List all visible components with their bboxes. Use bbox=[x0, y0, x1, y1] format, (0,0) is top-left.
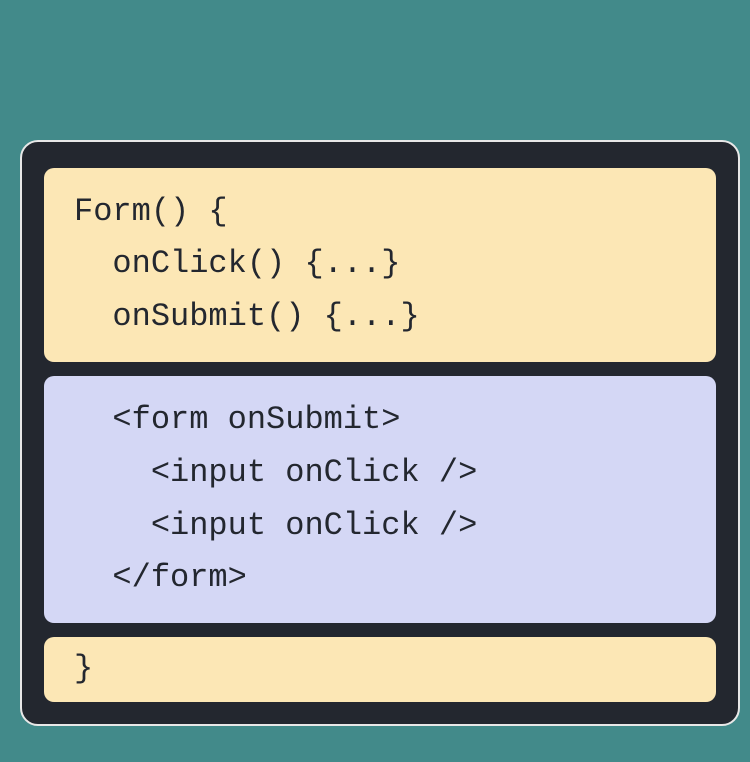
code-line: </form> bbox=[74, 559, 247, 596]
code-line: Form() { bbox=[74, 193, 228, 230]
code-diagram-card: Form() { onClick() {...} onSubmit() {...… bbox=[20, 140, 740, 726]
code-line: <input onClick /> bbox=[74, 454, 477, 491]
code-block-top: Form() { onClick() {...} onSubmit() {...… bbox=[44, 168, 716, 362]
code-block-middle: <form onSubmit> <input onClick /> <input… bbox=[44, 376, 716, 623]
code-block-bottom: } bbox=[44, 637, 716, 702]
code-line: onSubmit() {...} bbox=[74, 298, 420, 335]
code-line: <form onSubmit> bbox=[74, 401, 400, 438]
code-line: } bbox=[74, 650, 93, 687]
code-line: <input onClick /> bbox=[74, 507, 477, 544]
code-line: onClick() {...} bbox=[74, 245, 400, 282]
